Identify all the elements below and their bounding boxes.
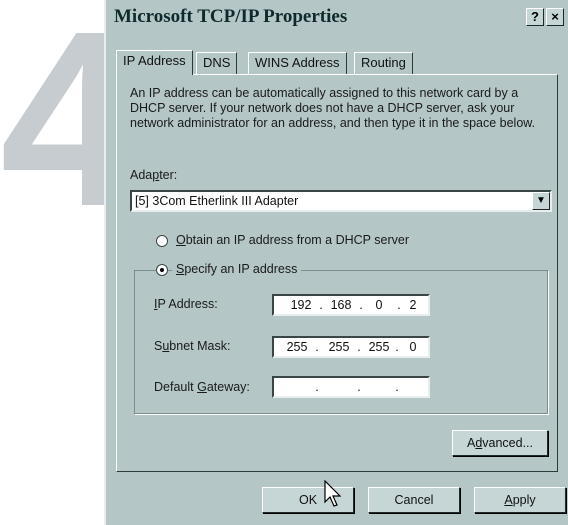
radio-specify-ip-label[interactable]: Specify an IP address: [172, 262, 302, 276]
title-bar[interactable]: Microsoft TCP/IP Properties ? ×: [106, 0, 568, 34]
mask-octet-4[interactable]: 0: [398, 338, 428, 356]
octet-dot: .: [357, 340, 361, 354]
radio-obtain-dhcp-label[interactable]: Obtain an IP address from a DHCP server: [176, 233, 409, 247]
ip-octet-4[interactable]: 2: [398, 296, 428, 314]
radio-obtain-dhcp[interactable]: [156, 235, 168, 247]
description-text: An IP address can be automatically assig…: [130, 86, 536, 130]
octet-dot: .: [315, 340, 319, 354]
ip-address-field[interactable]: 192 . 168 . 0 . 2: [272, 294, 430, 316]
octet-dot: .: [315, 380, 319, 394]
ip-address-label: IP Address:: [154, 297, 218, 311]
chevron-down-icon[interactable]: ▼: [532, 192, 550, 210]
adapter-dropdown[interactable]: [5] 3Com Etherlink III Adapter ▼: [130, 190, 552, 212]
subnet-mask-field[interactable]: 255 . 255 . 255 . 0: [272, 336, 430, 358]
window-title: Microsoft TCP/IP Properties: [114, 6, 348, 27]
mask-octet-1[interactable]: 255: [282, 338, 312, 356]
tab-dns[interactable]: DNS: [196, 52, 238, 74]
mask-octet-3[interactable]: 255: [364, 338, 394, 356]
octet-dot: .: [319, 298, 323, 312]
subnet-mask-label: Subnet Mask:: [154, 339, 231, 353]
octet-dot: .: [357, 380, 361, 394]
tab-wins-address[interactable]: WINS Address: [248, 52, 347, 74]
adapter-label: Adapter:: [130, 168, 178, 182]
tcpip-properties-dialog: Microsoft TCP/IP Properties ? × IP Addre…: [104, 0, 568, 525]
apply-button[interactable]: Apply: [474, 487, 566, 513]
help-button[interactable]: ?: [526, 8, 544, 26]
tab-ip-address[interactable]: IP Address: [116, 50, 193, 75]
cancel-button[interactable]: Cancel: [368, 487, 460, 513]
default-gateway-field[interactable]: . . .: [272, 376, 430, 398]
ip-octet-2[interactable]: 168: [326, 296, 356, 314]
ip-octet-1[interactable]: 192: [286, 296, 316, 314]
tab-routing[interactable]: Routing: [354, 52, 413, 74]
radio-specify-ip[interactable]: [156, 264, 168, 276]
mask-octet-2[interactable]: 255: [324, 338, 354, 356]
arrow-pointer-icon: [324, 480, 342, 507]
close-button[interactable]: ×: [546, 8, 564, 26]
default-gateway-label: Default Gateway:: [154, 380, 250, 394]
advanced-button[interactable]: Advanced...: [452, 430, 548, 456]
adapter-selected-value: [5] 3Com Etherlink III Adapter: [135, 194, 299, 208]
octet-dot: .: [395, 380, 399, 394]
ip-octet-3[interactable]: 0: [364, 296, 394, 314]
